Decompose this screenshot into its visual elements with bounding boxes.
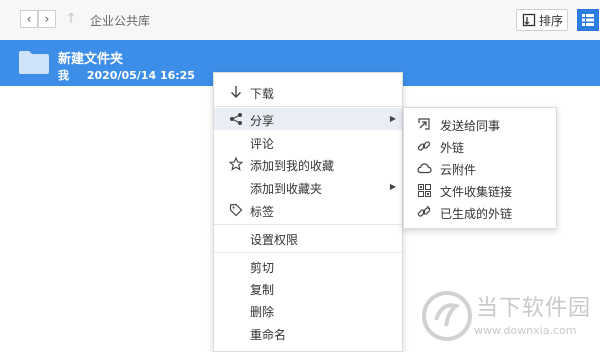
menu-item-label: 已生成的外链 <box>440 207 513 221</box>
menu-item-cut[interactable]: 剪切 <box>214 255 402 277</box>
watermark-logo <box>422 291 472 341</box>
link-generated-icon <box>416 204 432 220</box>
menu-item-label: 标签 <box>250 205 275 219</box>
sort-button[interactable]: 排序 <box>516 9 568 31</box>
menu-item-copy[interactable]: 复制 <box>214 277 402 299</box>
arrow-up-icon: ↑ <box>65 11 77 27</box>
menu-divider <box>214 224 402 225</box>
menu-item-delete[interactable]: 删除 <box>214 299 402 321</box>
menu-item-add-to-folder[interactable]: 添加到收藏夹 ▶ <box>214 176 402 198</box>
menu-item-label: 剪切 <box>250 261 275 275</box>
menu-item-label: 发送给同事 <box>440 119 501 133</box>
menu-item-label: 下载 <box>250 87 275 101</box>
download-icon <box>228 84 244 100</box>
menu-item-label: 重命名 <box>250 328 287 342</box>
cloud-icon <box>416 160 432 176</box>
menu-item-label: 添加到我的收藏 <box>250 159 335 173</box>
menu-item-label: 设置权限 <box>250 233 299 247</box>
file-modified-time: 2020/05/14 16:25 <box>86 69 195 82</box>
menu-item-share[interactable]: 分享 ▶ <box>214 108 402 130</box>
submenu-item-generated-links[interactable]: 已生成的外链 <box>404 201 556 223</box>
submenu-arrow-icon: ▶ <box>389 182 396 191</box>
menu-item-permissions[interactable]: 设置权限 <box>214 227 402 249</box>
toolbar: ‹ › ↑ 企业公共库 排序 <box>0 0 600 41</box>
forward-button[interactable]: › <box>38 10 56 28</box>
grid-icon <box>416 182 432 198</box>
submenu-item-external-link[interactable]: 外链 <box>404 135 556 157</box>
menu-item-comment[interactable]: 评论 <box>214 131 402 153</box>
sort-label: 排序 <box>539 13 564 28</box>
chevron-right-icon: › <box>44 12 50 26</box>
menu-item-label: 分享 <box>250 114 275 128</box>
menu-item-label: 复制 <box>250 283 275 297</box>
menu-item-label: 删除 <box>250 305 275 319</box>
list-view-icon <box>582 14 594 26</box>
watermark: 当下软件园 www.downxia.com <box>420 288 598 346</box>
watermark-title: 当下软件园 <box>476 296 592 321</box>
tag-icon <box>228 202 244 218</box>
share-icon <box>228 111 244 127</box>
menu-item-label: 评论 <box>250 137 275 151</box>
up-button[interactable]: ↑ <box>62 10 80 28</box>
submenu-item-collection-link[interactable]: 文件收集链接 <box>404 179 556 201</box>
menu-divider <box>214 106 402 107</box>
share-submenu: 发送给同事 外链 云附件 文件收集链接 已生成的外链 <box>403 107 557 229</box>
file-owner: 我 <box>58 69 69 82</box>
menu-item-label: 添加到收藏夹 <box>250 182 323 196</box>
file-name: 新建文件夹 <box>58 52 124 67</box>
menu-item-label: 云附件 <box>440 163 477 177</box>
chevron-left-icon: ‹ <box>26 12 32 26</box>
submenu-item-cloud-attachment[interactable]: 云附件 <box>404 157 556 179</box>
breadcrumb[interactable]: 企业公共库 <box>90 12 150 29</box>
back-button[interactable]: ‹ <box>20 10 38 28</box>
star-icon <box>228 156 244 172</box>
submenu-arrow-icon: ▶ <box>389 114 396 123</box>
link-icon <box>416 138 432 154</box>
menu-item-label: 外链 <box>440 141 465 155</box>
menu-item-download[interactable]: 下载 <box>214 81 402 103</box>
list-view-button[interactable] <box>577 9 599 31</box>
menu-item-tag[interactable]: 标签 <box>214 199 402 221</box>
menu-item-add-favorite[interactable]: 添加到我的收藏 <box>214 153 402 175</box>
menu-divider <box>214 252 402 253</box>
file-meta: 我 2020/05/14 16:25 <box>58 67 209 83</box>
menu-item-rename[interactable]: 重命名 <box>214 322 402 344</box>
sort-icon <box>522 13 536 27</box>
menu-item-label: 文件收集链接 <box>440 185 513 199</box>
watermark-url: www.downxia.com <box>474 324 577 337</box>
submenu-item-send-to-colleague[interactable]: 发送给同事 <box>404 113 556 135</box>
context-menu: 下载 分享 ▶ 评论 添加到我的收藏 添加到收藏夹 ▶ 标签 设置权限 剪切 复… <box>213 72 403 352</box>
send-icon <box>416 116 432 132</box>
folder-icon <box>19 51 49 74</box>
